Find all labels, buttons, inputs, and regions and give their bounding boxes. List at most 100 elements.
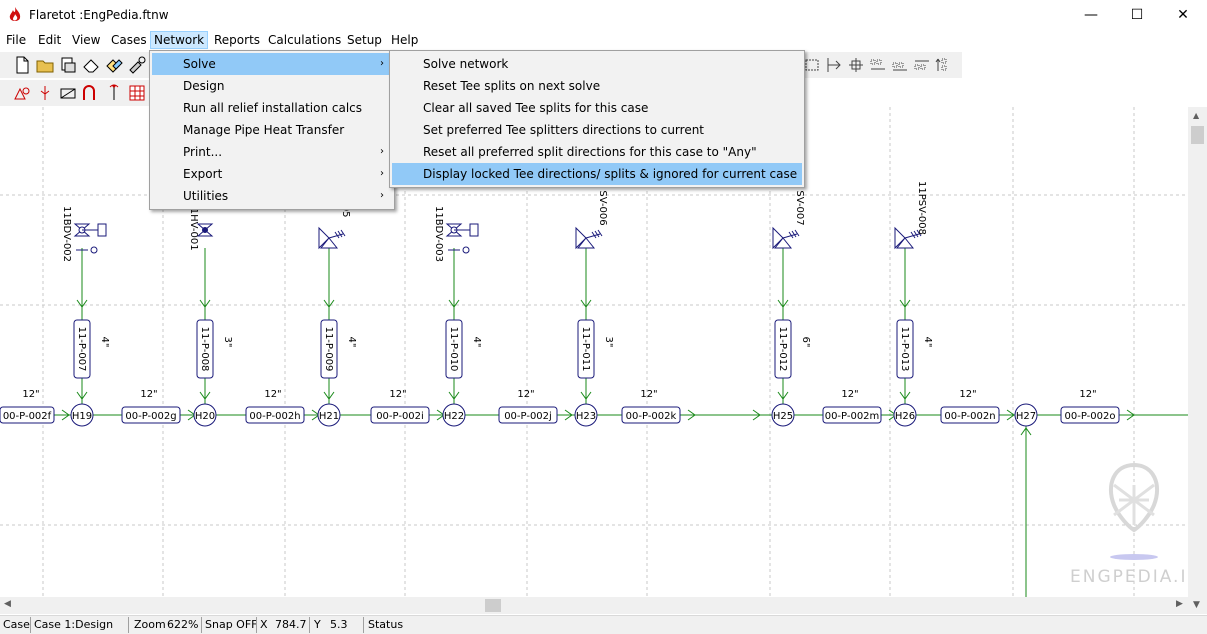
tee-node-label: H27 bbox=[1016, 411, 1036, 422]
header-pipe-label: 00-P-002h bbox=[249, 411, 300, 422]
menu-view[interactable]: View bbox=[69, 32, 103, 48]
flare-tip-icon[interactable] bbox=[104, 83, 124, 103]
branch-pipe-label: 11-P-009 bbox=[323, 327, 334, 372]
menu-edit[interactable]: Edit bbox=[35, 32, 64, 48]
header-size-label: 12" bbox=[140, 389, 157, 400]
distribute-top-icon[interactable] bbox=[868, 55, 888, 75]
header-pipe-label: 00-P-002i bbox=[376, 411, 424, 422]
tee-node-label: H25 bbox=[773, 411, 793, 422]
scroll-right-icon[interactable]: ▶ bbox=[1176, 599, 1183, 609]
scroll-corner: ▼ bbox=[1188, 597, 1207, 614]
menu-reports[interactable]: Reports bbox=[211, 32, 263, 48]
toolbar-layout bbox=[800, 52, 962, 78]
menu-file[interactable]: File bbox=[3, 32, 29, 48]
toolbar-elements bbox=[0, 80, 150, 106]
status-snap: Snap OFF bbox=[205, 618, 258, 631]
header-pipe-label: 00-P-002j bbox=[504, 411, 552, 422]
minimize-button[interactable]: — bbox=[1068, 0, 1114, 30]
header-size-label: 12" bbox=[389, 389, 406, 400]
horizontal-scroll-thumb[interactable] bbox=[485, 599, 501, 612]
menu-calculations[interactable]: Calculations bbox=[265, 32, 344, 48]
align-left-icon[interactable] bbox=[824, 55, 844, 75]
title-bar: Flaretot :EngPedia.ftnw — ☐ ✕ bbox=[0, 0, 1207, 30]
pipe-bend-icon[interactable] bbox=[81, 83, 101, 103]
flare-source-icon[interactable] bbox=[12, 83, 32, 103]
relief-valve-spring bbox=[334, 229, 346, 239]
branch-size-label: 3" bbox=[222, 337, 233, 348]
vertical-scroll-thumb[interactable] bbox=[1191, 126, 1204, 144]
status-x-label: X bbox=[260, 618, 268, 631]
menu-item-reset-tee-splits[interactable]: Reset Tee splits on next solve bbox=[392, 75, 802, 97]
header-pipe-label: 00-P-002f bbox=[3, 411, 52, 422]
valve-tag-label: 11BDV-002 bbox=[61, 206, 72, 262]
menu-setup[interactable]: Setup bbox=[344, 32, 385, 48]
grid-table-icon[interactable] bbox=[127, 83, 147, 103]
new-file-icon[interactable] bbox=[12, 55, 32, 75]
menu-item-clear-tee-splits[interactable]: Clear all saved Tee splits for this case bbox=[392, 97, 802, 119]
status-y-label: Y bbox=[314, 618, 321, 631]
header-pipe-label: 00-P-002n bbox=[944, 411, 995, 422]
header-pipe-label: 00-P-002k bbox=[626, 411, 677, 422]
header-size-label: 12" bbox=[841, 389, 858, 400]
tee-node-label: H22 bbox=[444, 411, 464, 422]
header-pipe-label: 00-P-002m bbox=[825, 411, 880, 422]
valve-tag-label: 11BDV-003 bbox=[433, 206, 444, 262]
distribute-mid-icon[interactable] bbox=[890, 55, 910, 75]
submenu-arrow-icon: › bbox=[380, 190, 384, 201]
close-button[interactable]: ✕ bbox=[1160, 0, 1206, 30]
vessel-icon[interactable] bbox=[58, 83, 78, 103]
scroll-up-icon[interactable]: ▲ bbox=[1193, 111, 1199, 120]
tools-icon[interactable] bbox=[127, 55, 147, 75]
blowdown-valve-fail bbox=[90, 246, 98, 254]
network-elements[interactable]: 00-P-002f 12" 00-P-002g 12" 00-P-002h 12" 00-P… bbox=[0, 181, 1120, 427]
align-center-icon[interactable] bbox=[846, 55, 866, 75]
open-folder-icon[interactable] bbox=[35, 55, 55, 75]
header-size-label: 12" bbox=[264, 389, 281, 400]
eraser-icon[interactable] bbox=[81, 55, 101, 75]
branch-pipe-label: 11-P-010 bbox=[448, 327, 459, 372]
blowdown-valve-actuator bbox=[469, 223, 479, 237]
relief-valve-spring bbox=[788, 229, 800, 239]
scroll-down-icon[interactable]: ▼ bbox=[1193, 600, 1200, 610]
status-x-value: 784.7 bbox=[275, 618, 307, 631]
distribute-vertical-icon[interactable] bbox=[934, 55, 954, 75]
spider-logo-icon bbox=[1108, 462, 1160, 560]
vertical-scrollbar[interactable]: ▲ bbox=[1188, 107, 1207, 597]
menu-item-run-relief-calcs[interactable]: Run all relief installation calcs bbox=[152, 97, 392, 119]
menu-cases[interactable]: Cases bbox=[108, 32, 150, 48]
maximize-button[interactable]: ☐ bbox=[1114, 0, 1160, 30]
menu-network[interactable]: Network bbox=[150, 31, 209, 49]
hand-valve-stem bbox=[202, 227, 208, 233]
network-dropdown-menu: Solve › Design Run all relief installatio… bbox=[149, 50, 395, 210]
toolbar-file bbox=[0, 52, 150, 78]
distribute-bottom-icon[interactable] bbox=[912, 55, 932, 75]
menu-item-utilities[interactable]: Utilities › bbox=[152, 185, 392, 207]
solve-submenu: Solve network Reset Tee splits on next s… bbox=[389, 50, 805, 188]
print-preview-icon[interactable] bbox=[58, 55, 78, 75]
relief-valve-icon[interactable] bbox=[35, 83, 55, 103]
menu-item-design[interactable]: Design bbox=[152, 75, 392, 97]
menu-item-manage-heat-transfer[interactable]: Manage Pipe Heat Transfer bbox=[152, 119, 392, 141]
scroll-left-icon[interactable]: ◀ bbox=[4, 599, 11, 609]
menu-item-export[interactable]: Export › bbox=[152, 163, 392, 185]
menu-item-solve-network[interactable]: Solve network bbox=[392, 53, 802, 75]
branch-pipe-label: 11-P-008 bbox=[199, 327, 210, 372]
branch-pipe-label: 11-P-012 bbox=[777, 327, 788, 372]
branch-size-label: 4" bbox=[471, 337, 482, 348]
menu-item-reset-preferred-directions[interactable]: Reset all preferred split directions for… bbox=[392, 141, 802, 163]
menu-item-display-locked-tee[interactable]: Display locked Tee directions/ splits & … bbox=[392, 163, 802, 185]
minimize-icon: — bbox=[1084, 7, 1098, 23]
close-icon: ✕ bbox=[1177, 7, 1189, 23]
tee-node-label: H19 bbox=[72, 411, 92, 422]
menu-help[interactable]: Help bbox=[388, 32, 421, 48]
align-icon[interactable] bbox=[802, 55, 822, 75]
menu-item-set-preferred-directions[interactable]: Set preferred Tee splitters directions t… bbox=[392, 119, 802, 141]
menu-item-solve[interactable]: Solve › bbox=[152, 53, 392, 75]
cases-icon[interactable] bbox=[104, 55, 124, 75]
window-title: Flaretot :EngPedia.ftnw bbox=[29, 8, 169, 22]
watermark-text: ENGPEDIA.IR bbox=[1070, 567, 1202, 587]
menu-item-print[interactable]: Print... › bbox=[152, 141, 392, 163]
horizontal-scrollbar[interactable]: ◀ ▶ bbox=[0, 597, 1188, 614]
branch-size-label: 6" bbox=[800, 337, 811, 348]
header-size-label: 12" bbox=[640, 389, 657, 400]
